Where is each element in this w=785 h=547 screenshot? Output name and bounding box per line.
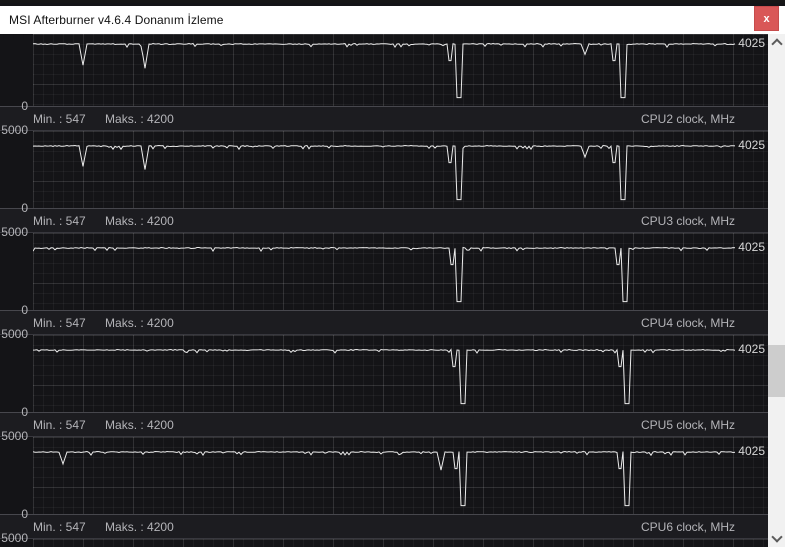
max-value-text: Maks. : 4200: [105, 111, 174, 126]
current-value-label: 4025: [738, 342, 765, 356]
graph-plot[interactable]: 5000 0 4025: [1, 226, 768, 317]
current-value-label: 4025: [738, 36, 765, 50]
msi-afterburner-monitor-window: MSI Afterburner v4.6.4 Donanım İzleme x …: [0, 0, 785, 547]
minmax-group: Min. : 547 Maks. : 4200: [33, 520, 174, 534]
max-value-text: Maks. : 4200: [105, 519, 174, 534]
graph-plot[interactable]: 5000 0 4025: [1, 124, 768, 215]
vertical-scrollbar[interactable]: [768, 34, 785, 547]
max-value-text: Maks. : 4200: [105, 315, 174, 330]
graph-plot[interactable]: 5000 0 4025: [1, 430, 768, 521]
minmax-group: Min. : 547 Maks. : 4200: [33, 418, 174, 432]
graph-list: 0 4025 Min. : 547 Maks. : 4200 CPU2 cloc…: [0, 34, 768, 547]
graph-name-label: CPU4 clock, MHz: [640, 315, 735, 330]
graph-name-label: CPU5 clock, MHz: [640, 417, 735, 432]
scrollbar-up-button[interactable]: [768, 34, 785, 51]
close-icon: x: [763, 12, 770, 25]
max-value-text: Maks. : 4200: [105, 213, 174, 228]
graph-plot[interactable]: 0 4025: [21, 34, 768, 113]
titlebar[interactable]: MSI Afterburner v4.6.4 Donanım İzleme: [0, 6, 785, 34]
max-value-text: Maks. : 4200: [105, 417, 174, 432]
graph-name-label: CPU2 clock, MHz: [640, 111, 735, 126]
close-button[interactable]: x: [754, 6, 779, 31]
clock-trace-line: [33, 450, 736, 507]
clock-trace-line: [33, 144, 736, 201]
monitor-graph-area: 0 4025 Min. : 547 Maks. : 4200 CPU2 cloc…: [0, 34, 768, 547]
clock-trace-line: [33, 246, 736, 303]
y-axis-min-label: 0: [21, 201, 28, 215]
min-value-text: Min. : 547: [33, 519, 86, 534]
y-axis-min-label: 0: [21, 303, 28, 317]
y-axis-min-label: 0: [21, 405, 28, 419]
clock-trace-line: [33, 348, 736, 405]
graph-section: 5000 0 4025 Min. : 547 Maks. : 4200 CPU5…: [0, 328, 768, 437]
chevron-down-icon: [770, 531, 783, 543]
min-value-text: Min. : 547: [33, 111, 86, 126]
graph-section: 5000 0 4025 Min. : 547 Maks. : 4200 CPU6…: [0, 430, 768, 539]
graph-section: 5000 0 4025 Min. : 547 Maks. : 4200 CPU4…: [0, 226, 768, 335]
y-axis-max-label: 5000: [1, 429, 28, 443]
scrollbar-thumb[interactable]: [768, 345, 785, 397]
y-axis-max-label: 5000: [1, 225, 28, 239]
minmax-group: Min. : 547 Maks. : 4200: [33, 112, 174, 126]
graph-footer: Min. : 547 Maks. : 4200 CPU5 clock, MHz: [0, 412, 768, 437]
y-axis-max-label: 5000: [1, 327, 28, 341]
current-value-label: 4025: [738, 138, 765, 152]
current-value-label: 4025: [738, 240, 765, 254]
graph-footer: Min. : 547 Maks. : 4200 CPU6 clock, MHz: [0, 514, 768, 539]
graph-name-label: CPU3 clock, MHz: [640, 213, 735, 228]
graph-section: 5000 0 4025 Min. : 547 Maks. : 4200 CPU3…: [0, 124, 768, 233]
clock-trace-line: [33, 42, 736, 99]
graph-plot[interactable]: 5000: [1, 532, 768, 547]
y-axis-min-label: 0: [21, 507, 28, 521]
graph-footer: Min. : 547 Maks. : 4200 CPU4 clock, MHz: [0, 310, 768, 335]
graph-footer: Min. : 547 Maks. : 4200 CPU3 clock, MHz: [0, 208, 768, 233]
graph-footer: Min. : 547 Maks. : 4200 CPU2 clock, MHz: [0, 106, 768, 131]
min-value-text: Min. : 547: [33, 417, 86, 432]
y-axis-max-label: 5000: [1, 531, 28, 545]
chevron-up-icon: [770, 38, 783, 50]
graph-plot[interactable]: 5000 0 4025: [1, 328, 768, 419]
graph-section: 5000: [0, 532, 768, 547]
y-axis-max-label: 5000: [1, 123, 28, 137]
minmax-group: Min. : 547 Maks. : 4200: [33, 214, 174, 228]
min-value-text: Min. : 547: [33, 213, 86, 228]
minmax-group: Min. : 547 Maks. : 4200: [33, 316, 174, 330]
graph-name-label: CPU6 clock, MHz: [640, 519, 735, 534]
scrollbar-down-button[interactable]: [768, 530, 785, 547]
window-title: MSI Afterburner v4.6.4 Donanım İzleme: [9, 13, 224, 27]
current-value-label: 4025: [738, 444, 765, 458]
graph-section: 0 4025 Min. : 547 Maks. : 4200 CPU2 cloc…: [0, 34, 768, 131]
min-value-text: Min. : 547: [33, 315, 86, 330]
y-axis-min-label: 0: [21, 99, 28, 113]
